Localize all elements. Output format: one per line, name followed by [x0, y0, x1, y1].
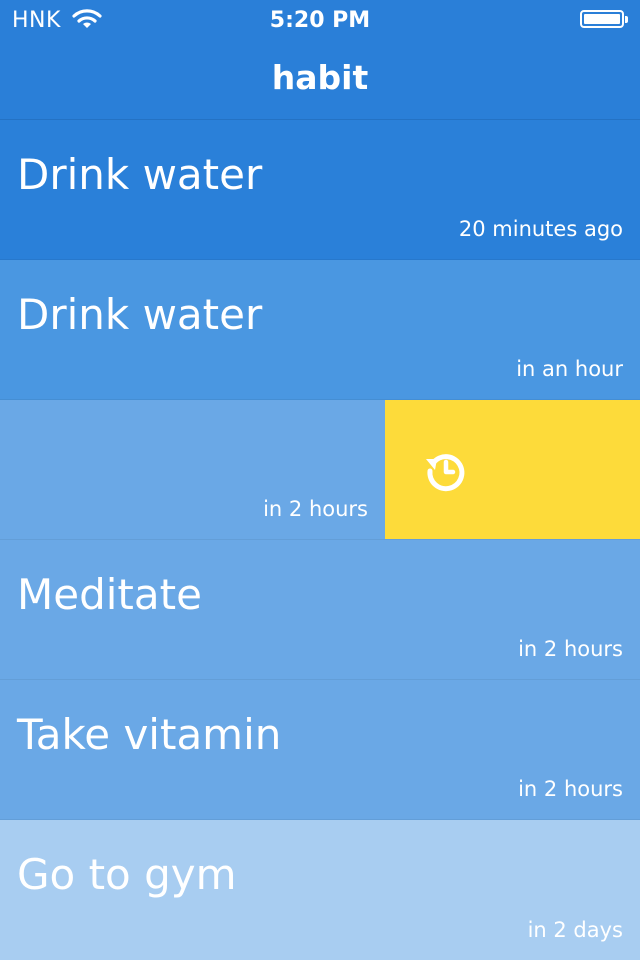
snooze-icon	[426, 454, 465, 492]
habit-title: Drink water	[17, 290, 263, 339]
snooze-button[interactable]	[385, 400, 640, 539]
habit-time: 20 minutes ago	[458, 217, 623, 241]
habit-time: in 2 hours	[263, 497, 368, 521]
habit-title: Go to gym	[17, 850, 237, 899]
habit-time: in 2 hours	[518, 777, 623, 801]
habit-row[interactable]: Go to gym in 2 days	[0, 820, 640, 960]
status-time: 5:20 PM	[269, 8, 371, 33]
habit-time: in 2 hours	[518, 637, 623, 661]
habit-row[interactable]: Meditate in 2 hours	[0, 540, 640, 680]
navigation-bar: habit	[0, 40, 640, 120]
page-title: habit	[271, 58, 369, 97]
habit-time: in an hour	[516, 357, 623, 381]
habit-row[interactable]: Take vitamin in 2 hours	[0, 680, 640, 820]
habit-row[interactable]: Drink water 20 minutes ago	[0, 120, 640, 260]
battery-icon	[580, 10, 628, 28]
habit-title: Drink water	[17, 150, 263, 199]
habit-title: Meditate	[17, 570, 202, 619]
habit-row[interactable]: Drink water in an hour	[0, 260, 640, 400]
habit-title: Take vitamin	[17, 710, 282, 759]
status-bar: HNK 5:20 PM	[0, 0, 640, 40]
habit-time: in 2 days	[527, 918, 623, 942]
habit-row-swiped[interactable]: in 2 hours	[0, 400, 640, 540]
